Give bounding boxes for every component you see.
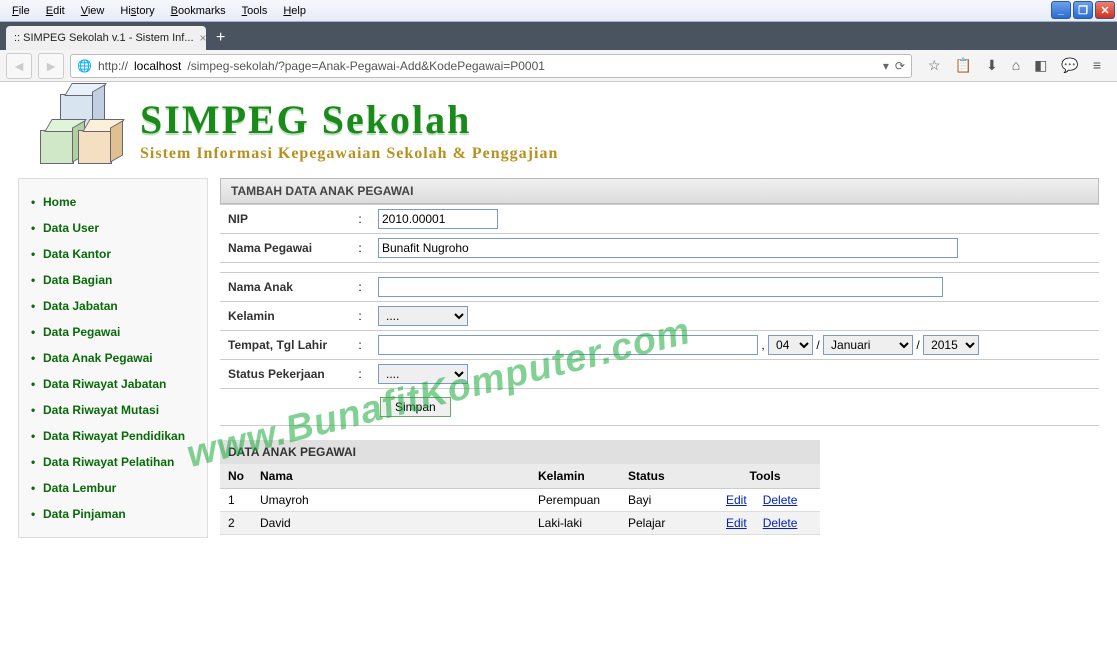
url-input[interactable]: 🌐 http:// localhost/simpeg-sekolah/?page=… — [70, 54, 912, 78]
label-ttl: Tempat, Tgl Lahir — [220, 331, 350, 360]
label-kelamin: Kelamin — [220, 302, 350, 331]
simpan-button[interactable]: Simpan — [380, 397, 451, 417]
sidebar-item-6[interactable]: Data Anak Pegawai — [25, 345, 201, 371]
input-tempat[interactable] — [378, 335, 758, 355]
menu-icon[interactable]: ≡ — [1093, 57, 1101, 74]
col-no: No — [220, 464, 252, 489]
edit-link[interactable]: Edit — [726, 493, 747, 507]
menu-edit[interactable]: Edit — [38, 3, 73, 19]
browser-tabbar: :: SIMPEG Sekolah v.1 - Sistem Inf... × … — [0, 22, 1117, 50]
window-minimize-button[interactable]: _ — [1051, 1, 1071, 19]
sidebar-item-8[interactable]: Data Riwayat Mutasi — [25, 397, 201, 423]
sidebar-item-7[interactable]: Data Riwayat Jabatan — [25, 371, 201, 397]
logo-icon — [40, 94, 120, 164]
input-nama-anak[interactable] — [378, 277, 943, 297]
form-table: NIP : Nama Pegawai : Nama Anak : Kelamin — [220, 204, 1099, 426]
back-button[interactable]: ◄ — [6, 53, 32, 79]
label-status: Status Pekerjaan — [220, 360, 350, 389]
cell-nama: Umayroh — [252, 489, 530, 512]
reload-icon[interactable]: ⟳ — [895, 59, 905, 73]
sidebar-item-2[interactable]: Data Kantor — [25, 241, 201, 267]
form-panel-title: TAMBAH DATA ANAK PEGAWAI — [220, 178, 1099, 204]
window-maximize-button[interactable]: ❐ — [1073, 1, 1093, 19]
home-icon[interactable]: ⌂ — [1012, 57, 1020, 74]
delete-link[interactable]: Delete — [763, 493, 798, 507]
window-close-button[interactable]: ✕ — [1095, 1, 1115, 19]
label-nip: NIP — [220, 205, 350, 234]
forward-button[interactable]: ► — [38, 53, 64, 79]
menu-view[interactable]: View — [73, 3, 113, 19]
cell-no: 1 — [220, 489, 252, 512]
sidebar-item-11[interactable]: Data Lembur — [25, 475, 201, 501]
select-year[interactable]: 2015 — [923, 335, 979, 355]
input-nip[interactable] — [378, 209, 498, 229]
select-status[interactable]: .... — [378, 364, 468, 384]
col-nama: Nama — [252, 464, 530, 489]
url-path: /simpeg-sekolah/?page=Anak-Pegawai-Add&K… — [187, 59, 545, 73]
new-tab-button[interactable]: + — [206, 26, 235, 50]
cell-tools: Edit Delete — [710, 512, 820, 535]
chat-icon[interactable]: 💬 — [1061, 57, 1078, 74]
table-row: 1UmayrohPerempuanBayi Edit Delete — [220, 489, 820, 512]
sidebar-item-3[interactable]: Data Bagian — [25, 267, 201, 293]
cell-no: 2 — [220, 512, 252, 535]
page-content: SIMPEG Sekolah Sistem Informasi Kepegawa… — [0, 82, 1117, 542]
browser-toolbar: ◄ ► 🌐 http:// localhost/simpeg-sekolah/?p… — [0, 50, 1117, 82]
stop-reload-dropdown-icon[interactable]: ▾ — [883, 59, 889, 73]
date-sep-2: / — [916, 338, 919, 352]
cell-kelamin: Perempuan — [530, 489, 620, 512]
tab-title: :: SIMPEG Sekolah v.1 - Sistem Inf... — [14, 32, 194, 44]
data-panel: DATA ANAK PEGAWAI No Nama Kelamin Status… — [220, 440, 820, 535]
menu-file[interactable]: File — [4, 3, 38, 19]
col-tools: Tools — [710, 464, 820, 489]
sidebar-item-0[interactable]: Home — [25, 189, 201, 215]
label-nama-anak: Nama Anak — [220, 273, 350, 302]
sidebar-nav: HomeData UserData KantorData BagianData … — [18, 178, 208, 538]
data-table: No Nama Kelamin Status Tools 1UmayrohPer… — [220, 464, 820, 535]
globe-icon: 🌐 — [77, 59, 92, 73]
delete-link[interactable]: Delete — [763, 516, 798, 530]
sidebar-icon[interactable]: ◧ — [1034, 57, 1047, 74]
sidebar-item-10[interactable]: Data Riwayat Pelatihan — [25, 449, 201, 475]
menu-tools[interactable]: Tools — [234, 3, 276, 19]
downloads-icon[interactable]: ⬇ — [986, 57, 998, 74]
menu-history[interactable]: History — [112, 3, 162, 19]
date-sep-1: / — [816, 338, 819, 352]
select-kelamin[interactable]: .... — [378, 306, 468, 326]
brand-title: SIMPEG Sekolah — [140, 96, 558, 143]
menu-help[interactable]: Help — [275, 3, 314, 19]
browser-tab[interactable]: :: SIMPEG Sekolah v.1 - Sistem Inf... × — [6, 26, 206, 50]
label-nama-pegawai: Nama Pegawai — [220, 234, 350, 263]
url-host: localhost — [134, 59, 181, 73]
page-header: SIMPEG Sekolah Sistem Informasi Kepegawa… — [10, 86, 1107, 178]
col-status: Status — [620, 464, 710, 489]
brand-subtitle: Sistem Informasi Kepegawaian Sekolah & P… — [140, 145, 558, 163]
cell-status: Bayi — [620, 489, 710, 512]
sidebar-item-9[interactable]: Data Riwayat Pendidikan — [25, 423, 201, 449]
sidebar-item-5[interactable]: Data Pegawai — [25, 319, 201, 345]
menu-bookmarks[interactable]: Bookmarks — [163, 3, 234, 19]
sidebar-item-4[interactable]: Data Jabatan — [25, 293, 201, 319]
cell-tools: Edit Delete — [710, 489, 820, 512]
cell-nama: David — [252, 512, 530, 535]
clipboard-icon[interactable]: 📋 — [955, 57, 972, 74]
select-day[interactable]: 04 — [768, 335, 813, 355]
main-content: TAMBAH DATA ANAK PEGAWAI NIP : Nama Pega… — [220, 178, 1099, 538]
sidebar-item-1[interactable]: Data User — [25, 215, 201, 241]
url-prefix: http:// — [98, 59, 128, 73]
cell-kelamin: Laki-laki — [530, 512, 620, 535]
table-row: 2DavidLaki-lakiPelajar Edit Delete — [220, 512, 820, 535]
data-panel-title: DATA ANAK PEGAWAI — [220, 440, 820, 464]
browser-menubar: File Edit View History Bookmarks Tools H… — [0, 0, 1117, 22]
sidebar-item-12[interactable]: Data Pinjaman — [25, 501, 201, 527]
edit-link[interactable]: Edit — [726, 516, 747, 530]
bookmark-star-icon[interactable]: ☆ — [928, 57, 941, 74]
input-nama-pegawai[interactable] — [378, 238, 958, 258]
col-kelamin: Kelamin — [530, 464, 620, 489]
cell-status: Pelajar — [620, 512, 710, 535]
select-month[interactable]: Januari — [823, 335, 913, 355]
